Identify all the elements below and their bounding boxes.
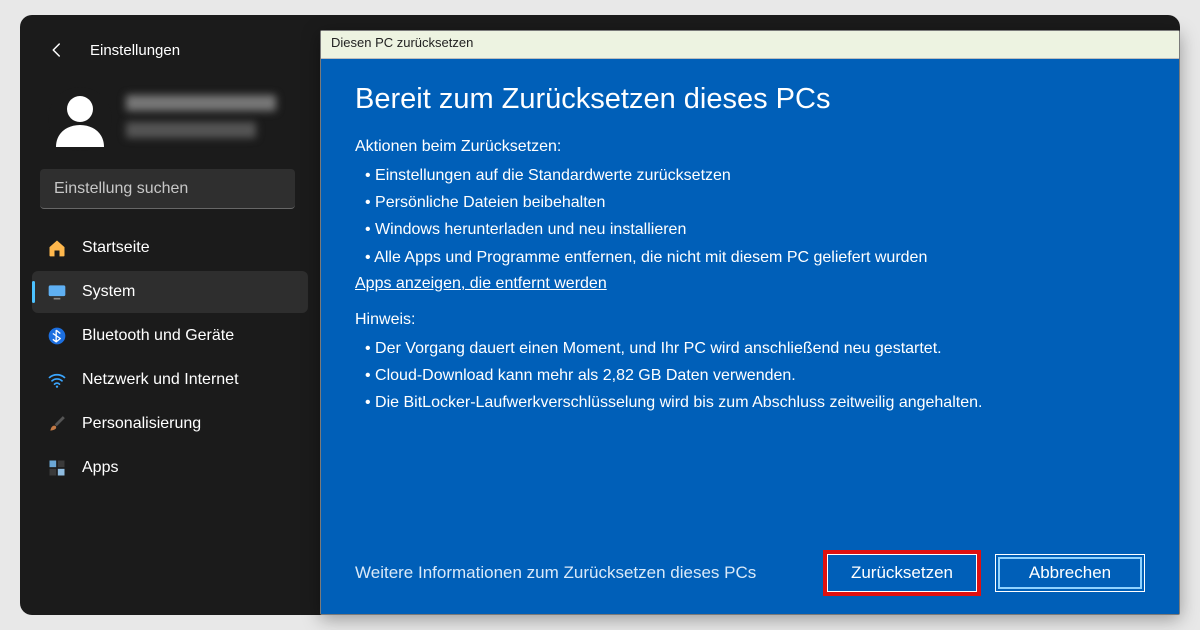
note-item: Der Vorgang dauert einen Moment, und Ihr…	[365, 335, 1145, 362]
settings-nav: Startseite System Bluetooth und Geräte N…	[20, 227, 320, 489]
reset-pc-dialog: Diesen PC zurücksetzen Bereit zum Zurück…	[320, 30, 1180, 615]
dialog-heading: Bereit zum Zurücksetzen dieses PCs	[355, 83, 1145, 116]
cancel-button[interactable]: Abbrechen	[995, 554, 1145, 592]
nav-item-bluetooth[interactable]: Bluetooth und Geräte	[32, 315, 308, 357]
nav-label: System	[82, 283, 135, 301]
nav-item-apps[interactable]: Apps	[32, 447, 308, 489]
settings-search[interactable]	[40, 169, 295, 209]
note-item: Cloud-Download kann mehr als 2,82 GB Dat…	[365, 362, 1145, 389]
back-button[interactable]	[40, 33, 74, 67]
action-item: Persönliche Dateien beibehalten	[365, 189, 1145, 216]
nav-label: Personalisierung	[82, 415, 201, 433]
arrow-left-icon	[48, 41, 66, 59]
action-item: Alle Apps und Programme entfernen, die n…	[365, 244, 1145, 271]
actions-heading: Aktionen beim Zurücksetzen:	[355, 138, 1145, 156]
action-item: Windows herunterladen und neu installier…	[365, 216, 1145, 243]
nav-item-home[interactable]: Startseite	[32, 227, 308, 269]
nav-label: Netzwerk und Internet	[82, 371, 239, 389]
notes-list: Der Vorgang dauert einen Moment, und Ihr…	[355, 335, 1145, 417]
reset-button[interactable]: Zurücksetzen	[827, 554, 977, 592]
system-icon	[46, 281, 68, 303]
user-name-redacted	[126, 92, 276, 146]
nav-label: Startseite	[82, 239, 150, 257]
dialog-body: Bereit zum Zurücksetzen dieses PCs Aktio…	[321, 59, 1179, 614]
nav-label: Bluetooth und Geräte	[82, 327, 234, 345]
bluetooth-icon	[46, 325, 68, 347]
wifi-icon	[46, 369, 68, 391]
nav-item-personalization[interactable]: Personalisierung	[32, 403, 308, 445]
action-item: Einstellungen auf die Standardwerte zurü…	[365, 162, 1145, 189]
apps-removed-link[interactable]: Apps anzeigen, die entfernt werden	[355, 275, 1145, 293]
nav-label: Apps	[82, 459, 118, 477]
dialog-window-title: Diesen PC zurücksetzen	[321, 31, 1179, 59]
apps-icon	[46, 457, 68, 479]
user-avatar-icon	[48, 87, 112, 151]
settings-title: Einstellungen	[90, 42, 180, 59]
note-item: Die BitLocker-Laufwerkverschlüsselung wi…	[365, 389, 1145, 416]
actions-list: Einstellungen auf die Standardwerte zurü…	[355, 162, 1145, 271]
nav-item-network[interactable]: Netzwerk und Internet	[32, 359, 308, 401]
brush-icon	[46, 413, 68, 435]
home-icon	[46, 237, 68, 259]
notes-heading: Hinweis:	[355, 311, 1145, 329]
nav-item-system[interactable]: System	[32, 271, 308, 313]
dialog-footer: Weitere Informationen zum Zurücksetzen d…	[355, 554, 1145, 592]
more-info-link[interactable]: Weitere Informationen zum Zurücksetzen d…	[355, 563, 756, 583]
search-input[interactable]	[54, 180, 281, 198]
